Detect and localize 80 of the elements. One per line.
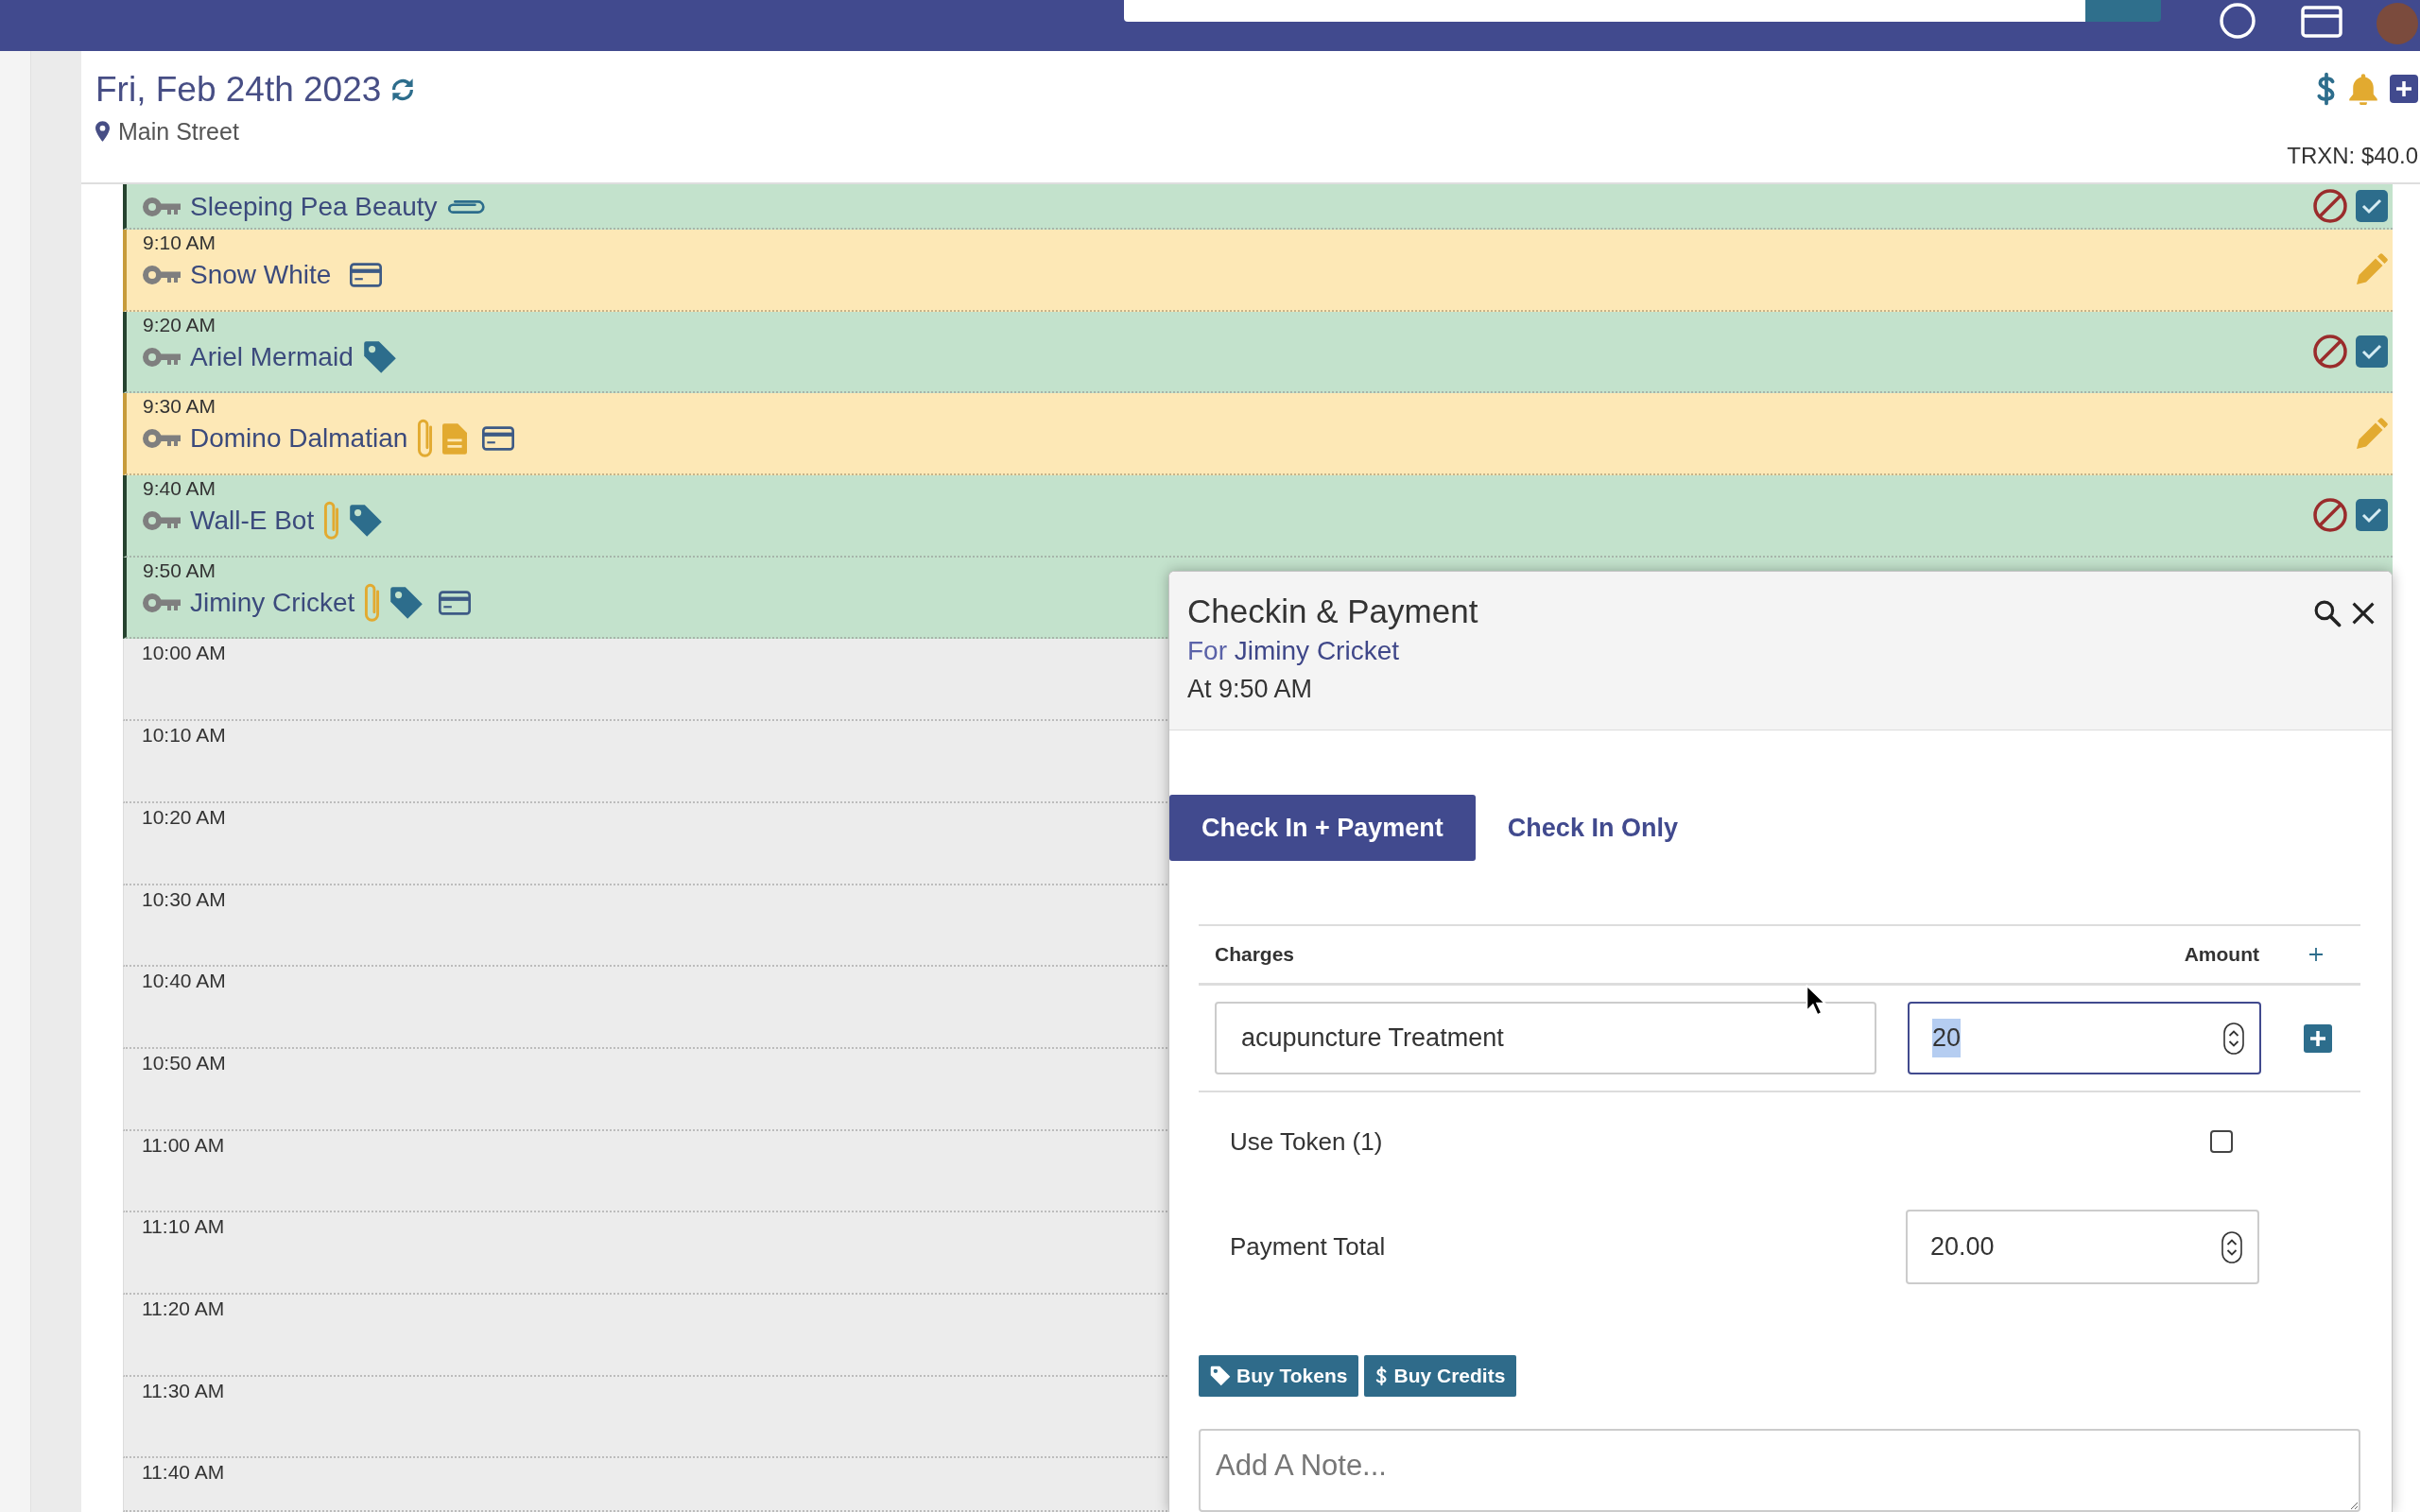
client-name-link[interactable]: Snow White	[190, 255, 332, 295]
appointment-time: At 9:50 AM	[1187, 674, 1314, 705]
slot-time: 11:10 AM	[142, 1214, 225, 1239]
ring-icon[interactable]	[2219, 2, 2256, 40]
use-token-label: Use Token (1)	[1230, 1125, 1383, 1158]
slot-time: 11:40 AM	[142, 1460, 225, 1485]
appointment-time: 9:30 AM	[143, 394, 216, 419]
buy-button[interactable]: Buy Credits	[1364, 1355, 1517, 1397]
tag-icon	[389, 585, 424, 620]
client-name-link[interactable]: Wall-E Bot	[190, 501, 315, 541]
payment-total-label: Payment Total	[1230, 1231, 1386, 1263]
location-name: Main Street	[118, 117, 239, 146]
credit-card-icon	[350, 263, 383, 287]
tag-icon	[362, 339, 397, 374]
buy-button[interactable]: Buy Tokens	[1199, 1355, 1359, 1397]
amount-field[interactable]: 20	[1908, 1002, 2261, 1074]
add-row-icon[interactable]	[2304, 1023, 2332, 1053]
key-icon	[143, 346, 181, 368]
transaction-total: TRXN: $40.0	[2287, 142, 2418, 170]
ban-icon[interactable]	[2313, 189, 2347, 223]
appointment-time: 9:50 AM	[143, 558, 216, 582]
slot-time: 10:20 AM	[142, 804, 226, 829]
window-icon[interactable]	[2301, 6, 2342, 38]
payment-total-field[interactable]: 20.00	[1906, 1210, 2259, 1284]
stepper-icon[interactable]	[2221, 1230, 2242, 1263]
credit-card-icon	[439, 590, 472, 615]
slot-time: 10:00 AM	[142, 641, 226, 665]
client-name-link[interactable]: Ariel Mermaid	[190, 336, 354, 377]
check-square-icon[interactable]	[2356, 499, 2388, 532]
slot-time: 10:10 AM	[142, 723, 226, 747]
key-icon	[143, 197, 181, 217]
slot-time: 10:30 AM	[142, 886, 226, 911]
slot-time: 11:20 AM	[142, 1296, 225, 1320]
schedule-date: Fri, Feb 24th 2023	[95, 69, 382, 111]
use-token-checkbox[interactable]	[2210, 1130, 2233, 1153]
plus-square-icon[interactable]	[2390, 75, 2418, 103]
check-square-icon[interactable]	[2356, 335, 2388, 369]
appointment-time: 9:40 AM	[143, 476, 216, 501]
column-header: Charges	[1215, 942, 1295, 968]
slot-time: 11:30 AM	[142, 1378, 225, 1402]
slot-time: 10:50 AM	[142, 1050, 226, 1074]
close-icon[interactable]	[2351, 601, 2376, 626]
client-name-link[interactable]: Domino Dalmatian	[190, 419, 408, 459]
tag-icon	[1210, 1366, 1231, 1386]
plus-icon[interactable]	[2308, 947, 2324, 962]
check-in-mode-tab[interactable]: Check In + Payment	[1169, 795, 1476, 861]
slot-time: 10:40 AM	[142, 969, 226, 993]
search-field[interactable]	[1124, 0, 2085, 22]
client-line: For Jiminy Cricket	[1187, 635, 1400, 667]
charge-description-field[interactable]: acupuncture Treatment	[1215, 1002, 1876, 1074]
paperclip-icon	[446, 198, 485, 215]
search-icon[interactable]	[2313, 599, 2342, 627]
slot-time: 11:00 AM	[142, 1132, 225, 1157]
key-icon	[143, 428, 181, 450]
client-name-link[interactable]: Sleeping Pea Beauty	[190, 187, 438, 227]
key-icon	[143, 510, 181, 532]
ban-icon[interactable]	[2313, 335, 2347, 369]
dollar-icon[interactable]	[2316, 72, 2337, 106]
client-link[interactable]: Jiminy Cricket	[1234, 636, 1399, 665]
credit-card-icon	[482, 426, 515, 452]
check-in-mode-tab[interactable]: Check In Only	[1475, 795, 1710, 861]
appointment-time: 9:20 AM	[143, 312, 216, 336]
document-icon	[442, 422, 468, 455]
client-name-link[interactable]: Jiminy Cricket	[190, 582, 355, 623]
tag-icon	[349, 504, 384, 539]
mouse-pointer-icon	[1806, 985, 1826, 1017]
paperclip-icon	[417, 419, 434, 459]
key-icon	[143, 592, 181, 613]
key-icon	[143, 265, 181, 285]
check-square-icon[interactable]	[2356, 190, 2388, 222]
dollar-icon[interactable]	[1375, 1366, 1389, 1386]
stepper-icon[interactable]	[2223, 1022, 2244, 1055]
column-header: Amount	[2184, 942, 2259, 968]
map-pin-icon	[95, 121, 110, 142]
paperclip-icon	[323, 501, 340, 541]
ban-icon[interactable]	[2313, 498, 2347, 533]
note-field[interactable]: Add A Note...	[1199, 1429, 2360, 1512]
appointment-time: 9:10 AM	[143, 231, 216, 254]
dialog-title: Checkin & Payment	[1187, 592, 1478, 631]
paperclip-icon	[364, 582, 381, 623]
